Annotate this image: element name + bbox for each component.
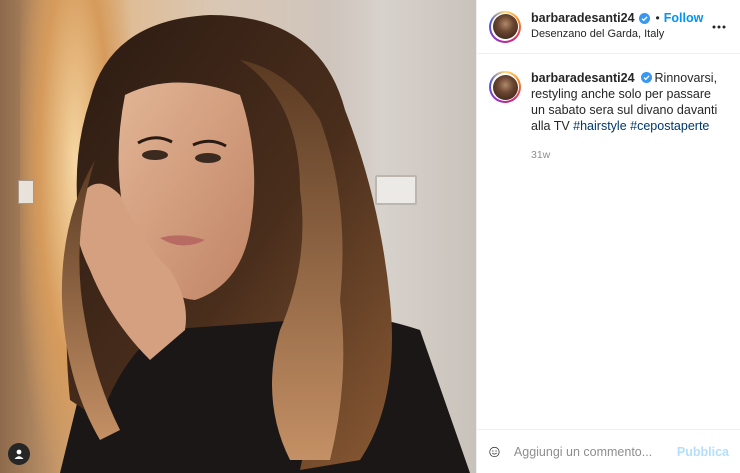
post-age[interactable]: 31w <box>531 147 728 163</box>
comment-bar: Pubblica <box>477 429 740 473</box>
hashtag-link[interactable]: #hairstyle <box>573 119 627 133</box>
instagram-post: barbaradesanti24 • Follow Desenzano del … <box>0 0 740 473</box>
caption-username[interactable]: barbaradesanti24 <box>531 71 635 85</box>
publish-button[interactable]: Pubblica <box>677 445 729 459</box>
post-sidebar: barbaradesanti24 • Follow Desenzano del … <box>476 0 740 473</box>
verified-badge-icon <box>640 72 652 83</box>
post-caption: barbaradesanti24 Rinnovarsi, restyling a… <box>477 54 740 163</box>
verified-badge-icon <box>638 13 650 25</box>
emoji-icon[interactable] <box>489 441 500 463</box>
hashtag-link[interactable]: #cepostaperte <box>630 119 709 133</box>
caption-avatar[interactable] <box>489 71 521 103</box>
post-header: barbaradesanti24 • Follow Desenzano del … <box>477 0 740 54</box>
location-link[interactable]: Desenzano del Garda, Italy <box>531 28 703 42</box>
comment-input[interactable] <box>511 443 677 460</box>
portrait-figure <box>60 15 470 473</box>
more-options-icon[interactable] <box>712 16 726 34</box>
follow-button[interactable]: Follow <box>664 11 704 27</box>
header-username[interactable]: barbaradesanti24 <box>531 11 635 27</box>
caption-avatar-image <box>492 74 518 100</box>
user-tag-icon[interactable] <box>8 443 30 465</box>
separator-dot: • <box>655 11 660 26</box>
caption-content: barbaradesanti24 Rinnovarsi, restyling a… <box>531 70 728 134</box>
avatar-image <box>492 14 518 39</box>
avatar[interactable] <box>489 10 521 43</box>
post-photo[interactable] <box>0 0 476 473</box>
